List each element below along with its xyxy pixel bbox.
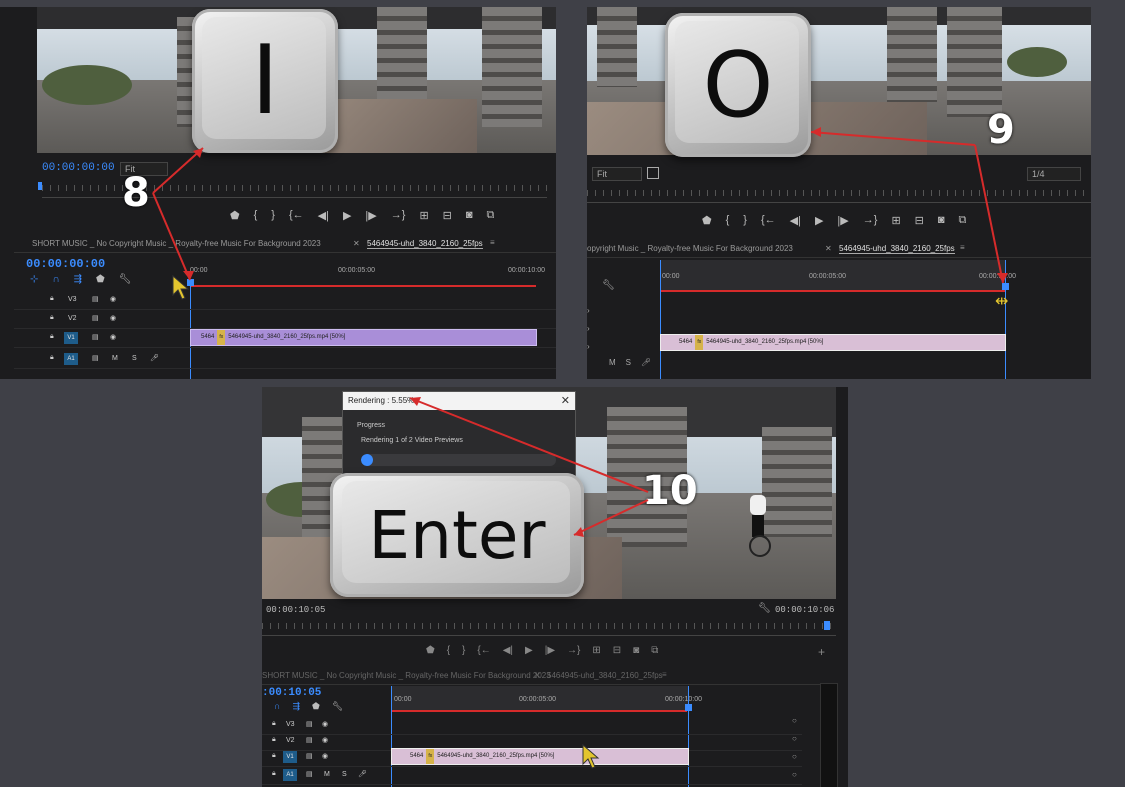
arrowhead-icon (811, 127, 821, 137)
arrow-10 (409, 397, 649, 536)
arrow-9 (810, 131, 1004, 284)
arrowhead-icon (574, 527, 584, 537)
arrow-8 (152, 147, 204, 281)
annotation-arrows (152, 127, 1008, 537)
arrowhead-icon (997, 273, 1008, 283)
